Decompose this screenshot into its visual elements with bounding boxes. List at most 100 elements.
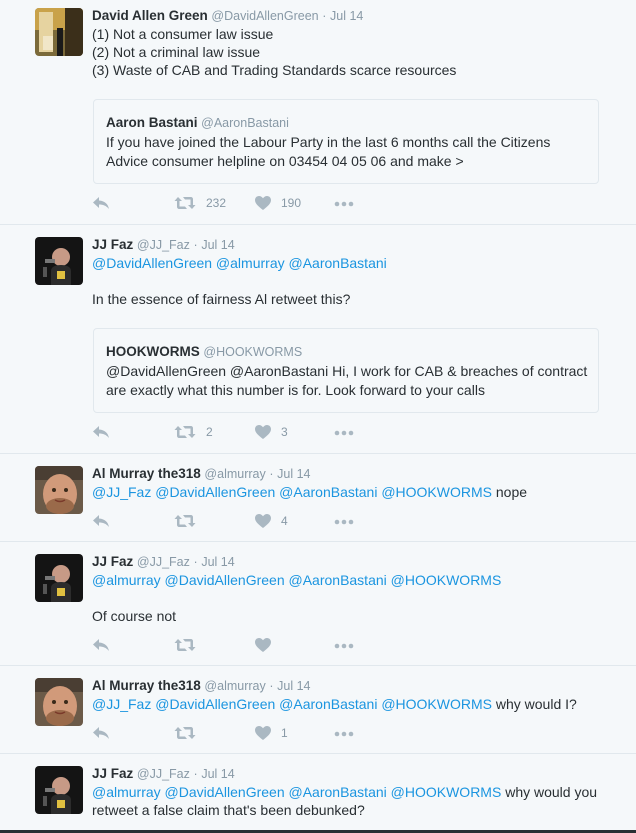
tweet[interactable]: JJ Faz @JJ_Faz · Jul 14 @DavidAllenGreen… (0, 225, 636, 454)
tweet-date[interactable]: Jul 14 (201, 238, 234, 252)
tweet-text: In the essence of fairness Al retweet th… (92, 291, 351, 307)
tweet-mentions[interactable]: @almurray @DavidAllenGreen @AaronBastani… (92, 784, 501, 800)
separator: · (269, 467, 274, 481)
avatar[interactable] (35, 554, 83, 602)
reply-icon (92, 726, 110, 740)
tweet-text: why would I? (495, 696, 577, 712)
tweet-actions: 232 190 (92, 196, 392, 212)
tweet-header: JJ Faz @JJ_Faz · Jul 14 (92, 554, 235, 569)
reply-icon (92, 196, 110, 210)
like-button[interactable]: 1 (255, 726, 288, 740)
reply-icon (92, 425, 110, 439)
separator: · (193, 555, 198, 569)
tweet-mentions[interactable]: @JJ_Faz @DavidAllenGreen @AaronBastani @… (92, 696, 492, 712)
author-name[interactable]: JJ Faz (92, 766, 133, 781)
tweet-actions: 4 (92, 514, 392, 530)
author-name[interactable]: Al Murray the318 (92, 466, 201, 481)
separator: · (322, 9, 327, 23)
more-button[interactable] (334, 201, 354, 207)
more-button[interactable] (334, 643, 354, 649)
retweet-button[interactable] (174, 726, 196, 740)
tweet-date[interactable]: Jul 14 (201, 767, 234, 781)
quoted-text-line: Advice consumer helpline on 03454 04 05 … (106, 153, 464, 169)
tweet-mentions[interactable]: @almurray @DavidAllenGreen @AaronBastani… (92, 571, 501, 589)
tweet-date[interactable]: Jul 14 (330, 9, 363, 23)
retweet-icon (174, 425, 196, 439)
author-name[interactable]: JJ Faz (92, 237, 133, 252)
tweet-mentions[interactable]: @JJ_Faz @DavidAllenGreen @AaronBastani @… (92, 484, 492, 500)
more-button[interactable] (334, 731, 354, 737)
author-handle[interactable]: @almurray (204, 679, 265, 693)
reply-icon (92, 638, 110, 652)
tweet-header: Al Murray the318 @almurray · Jul 14 (92, 466, 311, 481)
tweet-header: JJ Faz @JJ_Faz · Jul 14 (92, 237, 235, 252)
like-button[interactable]: 190 (255, 196, 301, 210)
avatar[interactable] (35, 237, 83, 285)
like-button[interactable]: 4 (255, 514, 288, 528)
avatar[interactable] (35, 8, 83, 56)
heart-icon (255, 196, 271, 210)
tweet-text: why would you (505, 784, 598, 800)
like-count: 4 (281, 514, 288, 528)
tweet-header: David Allen Green @DavidAllenGreen · Jul… (92, 8, 363, 23)
tweet[interactable]: Al Murray the318 @almurray · Jul 14 @JJ_… (0, 454, 636, 542)
more-icon (334, 643, 354, 649)
quoted-author-name: Aaron Bastani (106, 115, 198, 130)
quoted-text-line: If you have joined the Labour Party in t… (106, 134, 551, 150)
reply-button[interactable] (92, 514, 110, 528)
author-handle[interactable]: @DavidAllenGreen (211, 9, 318, 23)
retweet-button[interactable] (174, 514, 196, 528)
heart-icon (255, 514, 271, 528)
retweet-button[interactable]: 232 (174, 196, 226, 210)
author-handle[interactable]: @JJ_Faz (137, 238, 190, 252)
quoted-text-line: are exactly what this number is for. Loo… (106, 382, 485, 398)
retweet-icon (174, 514, 196, 528)
tweet-date[interactable]: Jul 14 (201, 555, 234, 569)
avatar[interactable] (35, 678, 83, 726)
quoted-tweet[interactable]: Aaron Bastani @AaronBastani If you have … (93, 99, 599, 184)
more-icon (334, 731, 354, 737)
tweet-header: JJ Faz @JJ_Faz · Jul 14 (92, 766, 235, 781)
retweet-count: 232 (206, 196, 227, 210)
more-icon (334, 519, 354, 525)
tweet-text: Of course not (92, 608, 177, 624)
tweet-actions: 2 3 (92, 425, 392, 441)
avatar[interactable] (35, 766, 83, 814)
tweet[interactable]: JJ Faz @JJ_Faz · Jul 14 @almurray @David… (0, 542, 636, 666)
tweet-actions (92, 638, 392, 654)
more-button[interactable] (334, 519, 354, 525)
tweet[interactable]: David Allen Green @DavidAllenGreen · Jul… (0, 0, 636, 225)
tweet-actions: 1 (92, 726, 392, 742)
tweet-date[interactable]: Jul 14 (277, 467, 310, 481)
tweet[interactable]: JJ Faz @JJ_Faz · Jul 14 @almurray @David… (0, 754, 636, 833)
reply-button[interactable] (92, 726, 110, 740)
retweet-button[interactable]: 2 (174, 425, 213, 439)
author-handle[interactable]: @JJ_Faz (137, 767, 190, 781)
quoted-tweet[interactable]: HOOKWORMS @HOOKWORMS @DavidAllenGreen @A… (93, 328, 599, 413)
more-icon (334, 201, 354, 207)
author-name[interactable]: JJ Faz (92, 554, 133, 569)
reply-button[interactable] (92, 638, 110, 652)
reply-icon (92, 514, 110, 528)
author-name[interactable]: Al Murray the318 (92, 678, 201, 693)
tweet-text-line: (1) Not a consumer law issue (92, 26, 274, 42)
author-handle[interactable]: @JJ_Faz (137, 555, 190, 569)
tweet-text-line: @JJ_Faz @DavidAllenGreen @AaronBastani @… (92, 695, 577, 713)
like-button[interactable]: 3 (255, 425, 288, 439)
retweet-button[interactable] (174, 638, 196, 652)
tweet[interactable]: Al Murray the318 @almurray · Jul 14 @JJ_… (0, 666, 636, 754)
more-icon (334, 430, 354, 436)
tweet-date[interactable]: Jul 14 (277, 679, 310, 693)
avatar[interactable] (35, 466, 83, 514)
reply-button[interactable] (92, 196, 110, 210)
heart-icon (255, 726, 271, 740)
tweet-text-line: (3) Waste of CAB and Trading Standards s… (92, 62, 457, 78)
more-button[interactable] (334, 430, 354, 436)
tweet-text-line: @JJ_Faz @DavidAllenGreen @AaronBastani @… (92, 483, 527, 501)
reply-button[interactable] (92, 425, 110, 439)
like-button[interactable] (255, 638, 271, 652)
retweet-icon (174, 638, 196, 652)
author-handle[interactable]: @almurray (204, 467, 265, 481)
tweet-mentions[interactable]: @DavidAllenGreen @almurray @AaronBastani (92, 254, 387, 272)
author-name[interactable]: David Allen Green (92, 8, 208, 23)
